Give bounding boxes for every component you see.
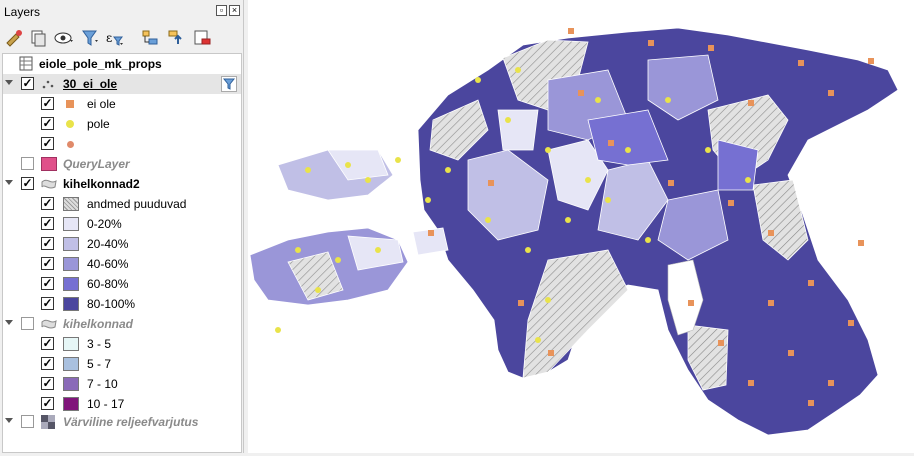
raster-layer-icon — [41, 415, 55, 429]
legend-label: 40-60% — [87, 257, 129, 271]
color-swatch-icon — [63, 377, 79, 391]
color-swatch-icon — [63, 337, 79, 351]
legend-checkbox[interactable]: ✓ — [41, 297, 54, 310]
layer-label: eiole_pole_mk_props — [39, 57, 162, 71]
chevron-down-icon[interactable] — [5, 180, 13, 185]
legend-checkbox[interactable]: ✓ — [41, 277, 54, 290]
visibility-icon[interactable] — [54, 28, 74, 48]
layer-label: 30_ei_ole — [63, 77, 118, 91]
legend-item-ei-ole[interactable]: ✓ ei ole — [3, 94, 241, 114]
legend-checkbox[interactable]: ✓ — [41, 137, 54, 150]
filter-icon[interactable] — [80, 28, 100, 48]
color-swatch-icon — [63, 217, 79, 231]
legend-label: 10 - 17 — [87, 397, 125, 411]
layer-row-project[interactable]: eiole_pole_mk_props — [3, 54, 241, 74]
map-canvas[interactable] — [248, 0, 914, 453]
legend-label: 3 - 5 — [87, 337, 112, 351]
chevron-down-icon[interactable] — [5, 418, 13, 423]
layer-checkbox[interactable] — [21, 317, 34, 330]
legend-label: 60-80% — [87, 277, 129, 291]
legend-item-5-7[interactable]: ✓ 5 - 7 — [3, 354, 241, 374]
legend-label: pole — [87, 117, 110, 131]
legend-checkbox[interactable]: ✓ — [41, 397, 54, 410]
legend-checkbox[interactable]: ✓ — [41, 357, 54, 370]
color-swatch-icon — [63, 397, 79, 411]
region-0-20 — [497, 109, 539, 151]
legend-item-40-60[interactable]: ✓ 40-60% — [3, 254, 241, 274]
color-swatch-icon — [63, 237, 79, 251]
legend-item-80-100[interactable]: ✓ 80-100% — [3, 294, 241, 314]
add-group-icon[interactable] — [28, 28, 48, 48]
layer-row-querylayer[interactable]: QueryLayer — [3, 154, 241, 174]
legend-checkbox[interactable]: ✓ — [41, 97, 54, 110]
color-swatch-icon — [63, 357, 79, 371]
legend-item-0-20[interactable]: ✓ 0-20% — [3, 214, 241, 234]
collapse-all-icon[interactable] — [166, 28, 186, 48]
layer-checkbox[interactable]: ✓ — [21, 177, 34, 190]
legend-label: andmed puuduvad — [87, 197, 187, 211]
legend-checkbox[interactable]: ✓ — [41, 217, 54, 230]
point-layer-icon — [42, 80, 54, 89]
close-icon[interactable]: × — [229, 5, 240, 16]
layer-checkbox[interactable] — [21, 415, 34, 428]
panel-titlebar: Layers ▫ × — [0, 0, 244, 24]
layer-checkbox[interactable] — [21, 157, 34, 170]
legend-item-other[interactable]: ✓ — [3, 134, 241, 154]
color-swatch-icon — [63, 277, 79, 291]
legend-item-3-5[interactable]: ✓ 3 - 5 — [3, 334, 241, 354]
legend-item-andmed-puuduvad[interactable]: ✓ andmed puuduvad — [3, 194, 241, 214]
layer-label: kihelkonnad2 — [63, 177, 140, 191]
polygon-layer-icon — [41, 319, 57, 329]
legend-label: ei ole — [87, 97, 116, 111]
legend-label: 5 - 7 — [87, 357, 112, 371]
layer-label: kihelkonnad — [63, 317, 134, 331]
circle-marker-icon — [66, 120, 74, 128]
layer-row-relief[interactable]: Värviline reljeefvarjutus — [3, 412, 241, 432]
square-marker-icon — [66, 100, 74, 108]
layer-checkbox[interactable]: ✓ — [21, 77, 34, 90]
legend-label: 0-20% — [87, 217, 122, 231]
panel-toolbar: ε — [0, 24, 244, 52]
legend-label: 20-40% — [87, 237, 129, 251]
expression-filter-icon[interactable]: ε — [104, 28, 124, 48]
legend-checkbox[interactable]: ✓ — [41, 337, 54, 350]
fill-swatch-icon — [41, 157, 57, 171]
layer-tree: eiole_pole_mk_props ✓ 30_ei_ole ✓ ei ole… — [2, 53, 242, 453]
polygon-layer-icon — [41, 179, 57, 189]
legend-label: 80-100% — [87, 297, 136, 311]
chevron-down-icon[interactable] — [5, 320, 13, 325]
legend-checkbox[interactable]: ✓ — [41, 257, 54, 270]
layer-label: QueryLayer — [63, 157, 130, 171]
svg-text:ε: ε — [106, 31, 112, 45]
legend-checkbox[interactable]: ✓ — [41, 377, 54, 390]
legend-item-7-10[interactable]: ✓ 7 - 10 — [3, 374, 241, 394]
table-icon — [19, 56, 33, 71]
color-swatch-icon — [63, 297, 79, 311]
filter-indicator-icon[interactable] — [221, 76, 237, 92]
choropleth-map — [249, 27, 899, 436]
layer-row-kihelkonnad[interactable]: kihelkonnad — [3, 314, 241, 334]
float-icon[interactable]: ▫ — [216, 5, 227, 16]
style-icon[interactable] — [4, 28, 24, 48]
legend-item-pole[interactable]: ✓ pole — [3, 114, 241, 134]
layer-row-kihelkonnad2[interactable]: ✓ kihelkonnad2 — [3, 174, 241, 194]
panel-title: Layers — [4, 5, 41, 19]
legend-checkbox[interactable]: ✓ — [41, 117, 54, 130]
circle-marker-icon — [67, 141, 74, 148]
legend-label: 7 - 10 — [87, 377, 118, 391]
layer-row-30-ei-ole[interactable]: ✓ 30_ei_ole — [3, 74, 241, 94]
no-data-region — [687, 324, 729, 391]
legend-item-60-80[interactable]: ✓ 60-80% — [3, 274, 241, 294]
expand-all-icon[interactable] — [140, 28, 160, 48]
legend-item-10-17[interactable]: ✓ 10 - 17 — [3, 394, 241, 414]
chevron-down-icon[interactable] — [5, 80, 13, 85]
remove-layer-icon[interactable] — [192, 28, 212, 48]
legend-checkbox[interactable]: ✓ — [41, 237, 54, 250]
legend-checkbox[interactable]: ✓ — [41, 197, 54, 210]
color-swatch-icon — [63, 257, 79, 271]
layer-label: Värviline reljeefvarjutus — [63, 415, 199, 429]
legend-item-20-40[interactable]: ✓ 20-40% — [3, 234, 241, 254]
layers-panel: Layers ▫ × ε eiole_pole_mk_props ✓ 30_ei… — [0, 0, 244, 453]
hatch-swatch-icon — [63, 197, 79, 211]
